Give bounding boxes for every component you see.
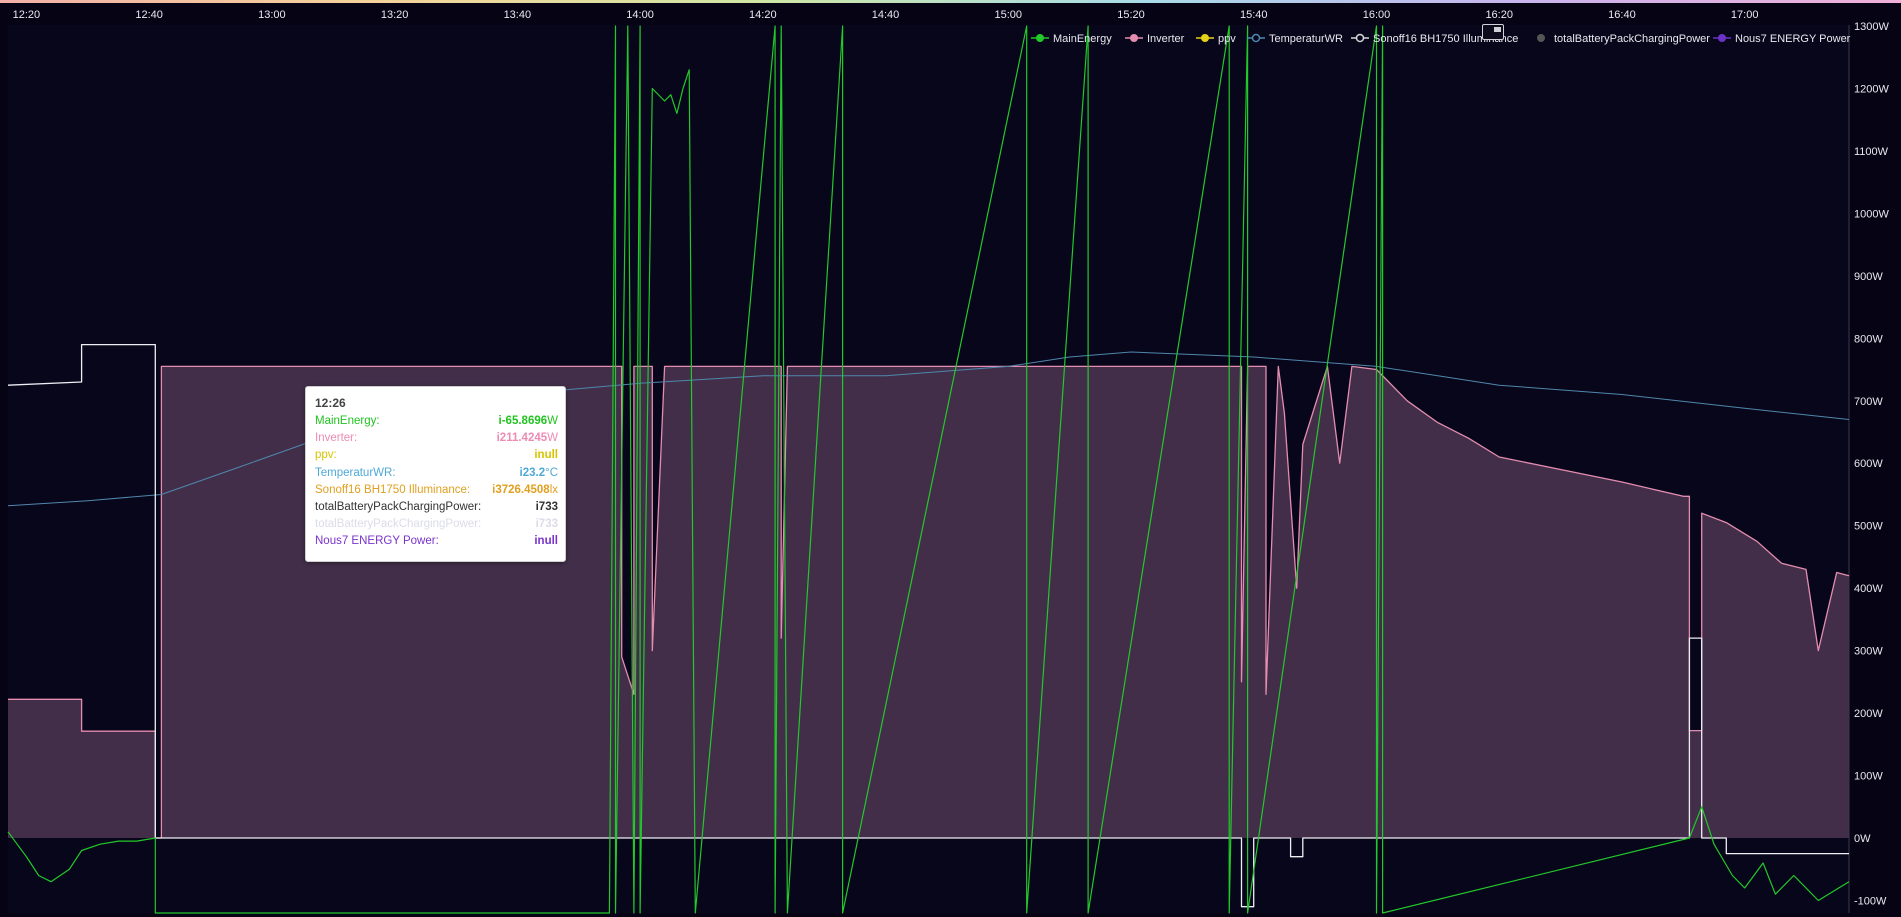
x-tick-label: 17:00 bbox=[1731, 9, 1759, 21]
x-tick-label: 15:20 bbox=[1117, 9, 1145, 21]
y-axis: 1300W 1200W 1100W 1000W 900W 800W 700W 600W 500W… bbox=[1854, 21, 1889, 907]
tooltip-row: Nous7 ENERGY Power: inull bbox=[315, 535, 558, 552]
x-tick-label: 13:00 bbox=[258, 9, 286, 21]
tooltip-row-value: i733 bbox=[535, 501, 558, 513]
tooltip-row-value: i733 bbox=[535, 518, 558, 531]
y-tick-label: 300W bbox=[1854, 646, 1883, 658]
y-tick-label: 1200W bbox=[1854, 83, 1889, 95]
x-tick-label: 14:00 bbox=[626, 9, 654, 21]
legend-label: ppv bbox=[1218, 33, 1236, 45]
y-tick-label: 1100W bbox=[1854, 146, 1889, 158]
x-tick-label: 14:40 bbox=[872, 9, 900, 21]
legend-label: TemperaturWR bbox=[1269, 33, 1343, 45]
y-tick-label: -100W bbox=[1854, 895, 1887, 907]
y-tick-label: 1000W bbox=[1854, 208, 1889, 220]
tooltip-row: totalBatteryPackChargingPower: i733 bbox=[315, 501, 558, 518]
x-tick-label: 13:40 bbox=[504, 9, 532, 21]
chart[interactable]: 12:20 12:40 13:00 13:20 13:40 14:00 14:20 14:40… bbox=[0, 0, 1901, 917]
legend-label: MainEnergy bbox=[1053, 33, 1112, 45]
legend-item[interactable]: totalBatteryPackChargingPower bbox=[1537, 33, 1710, 45]
legend-label: Inverter bbox=[1147, 33, 1185, 45]
tooltip-row-label: Inverter: bbox=[315, 432, 358, 445]
x-tick-label: 15:40 bbox=[1240, 9, 1268, 21]
tooltip-row-label: totalBatteryPackChargingPower: bbox=[315, 501, 482, 513]
x-tick-label: 13:20 bbox=[381, 9, 409, 21]
tooltip-row-label: MainEnergy: bbox=[315, 415, 380, 427]
x-tick-label: 12:40 bbox=[135, 9, 163, 21]
x-tick-label: 14:20 bbox=[749, 9, 777, 21]
tooltip-row-label: Nous7 ENERGY Power: bbox=[315, 535, 439, 548]
tooltip-row-value: inull bbox=[534, 449, 558, 462]
y-tick-label: 1300W bbox=[1854, 21, 1889, 33]
y-tick-label: 0W bbox=[1854, 833, 1871, 845]
y-tick-label: 100W bbox=[1854, 771, 1883, 783]
tooltip-row: Sonoff16 BH1750 Illuminance: i3726.4508lx bbox=[315, 484, 558, 501]
y-tick-label: 500W bbox=[1854, 521, 1883, 533]
y-tick-label: 800W bbox=[1854, 333, 1883, 345]
tooltip-row: Inverter: i211.4245W bbox=[315, 432, 558, 449]
x-tick-label: 12:20 bbox=[13, 9, 41, 21]
tooltip: 12:26 MainEnergy: i-65.8696W Inverter: i211… bbox=[305, 386, 566, 562]
y-tick-label: 900W bbox=[1854, 271, 1883, 283]
tooltip-row-value: i23.2°C bbox=[519, 466, 558, 479]
tooltip-time: 12:26 bbox=[315, 396, 346, 410]
legend-label: Nous7 ENERGY Power bbox=[1735, 33, 1851, 45]
tooltip-row: ppv: inull bbox=[315, 449, 558, 466]
tooltip-row-label: TemperaturWR: bbox=[315, 466, 396, 479]
x-tick-label: 16:40 bbox=[1608, 9, 1636, 21]
tooltip-row-value: inull bbox=[534, 535, 558, 548]
legend-label: totalBatteryPackChargingPower bbox=[1554, 33, 1710, 45]
x-tick-label: 15:00 bbox=[995, 9, 1023, 21]
x-tick-label: 16:00 bbox=[1363, 9, 1391, 21]
x-axis: 12:20 12:40 13:00 13:20 13:40 14:00 14:20 14:40… bbox=[13, 9, 1759, 21]
y-tick-label: 400W bbox=[1854, 583, 1883, 595]
tooltip-row: MainEnergy: i-65.8696W bbox=[315, 415, 558, 432]
tooltip-row-value: i-65.8696W bbox=[498, 415, 558, 427]
tooltip-row: TemperaturWR: i23.2°C bbox=[315, 467, 558, 484]
tooltip-row: totalBatteryPackChargingPower: i733 bbox=[315, 518, 558, 535]
panel-menu-icon[interactable] bbox=[1482, 24, 1504, 40]
tooltip-row-label: totalBatteryPackChargingPower: bbox=[315, 518, 482, 531]
x-tick-label: 16:20 bbox=[1485, 9, 1513, 21]
tooltip-row-label: ppv: bbox=[315, 449, 337, 462]
y-tick-label: 600W bbox=[1854, 458, 1883, 470]
tooltip-row-value: i3726.4508lx bbox=[492, 483, 558, 496]
y-tick-label: 700W bbox=[1854, 396, 1883, 408]
y-tick-label: 200W bbox=[1854, 708, 1883, 720]
tooltip-row-value: i211.4245W bbox=[496, 432, 558, 445]
tooltip-row-label: Sonoff16 BH1750 Illuminance: bbox=[315, 483, 471, 496]
